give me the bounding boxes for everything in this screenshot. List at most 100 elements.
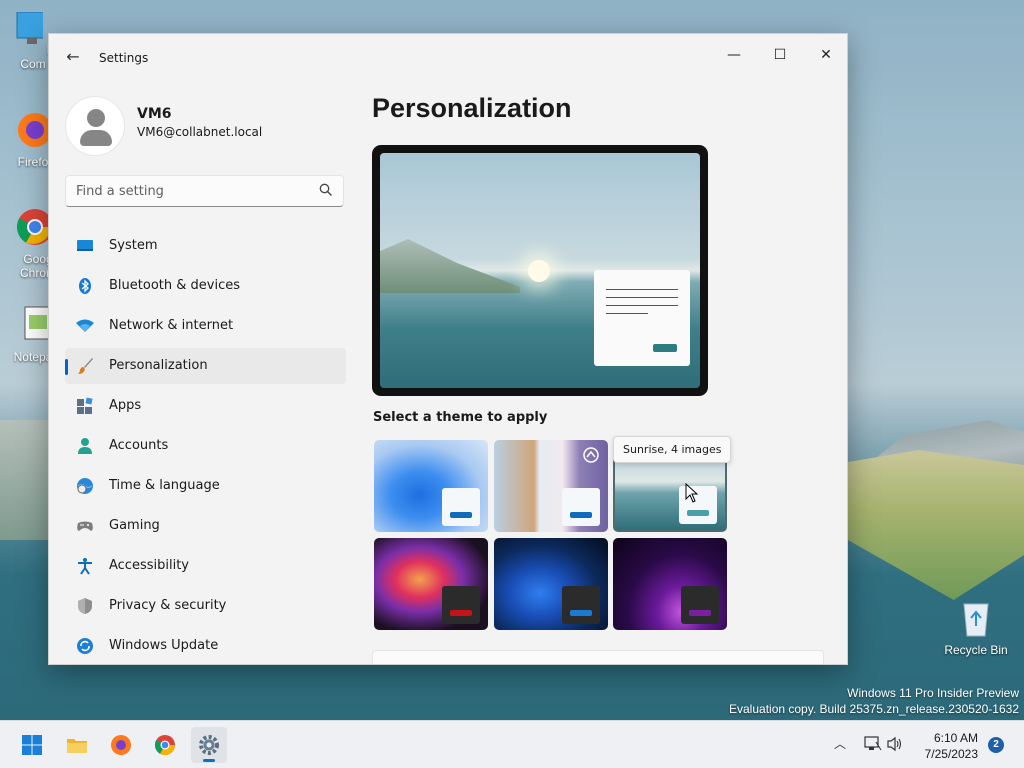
clock[interactable]: 6:10 AM 7/25/2023 bbox=[925, 730, 978, 762]
arrow-left-icon: ← bbox=[66, 47, 80, 66]
theme-glow[interactable] bbox=[374, 538, 488, 630]
theme-windows-dark[interactable] bbox=[494, 538, 608, 630]
accessibility-icon bbox=[78, 558, 92, 575]
minimize-button[interactable]: — bbox=[711, 40, 757, 70]
sidebar-item-label: Personalization bbox=[109, 358, 208, 373]
close-button[interactable]: ✕ bbox=[803, 40, 847, 70]
shield-icon bbox=[78, 598, 92, 614]
mock-button bbox=[653, 344, 677, 352]
firefox-taskbar-button[interactable] bbox=[103, 727, 139, 763]
globe-clock-icon bbox=[77, 478, 93, 494]
update-icon bbox=[77, 638, 93, 654]
sidebar-item-gaming[interactable]: Gaming bbox=[65, 508, 346, 544]
sidebar-item-label: System bbox=[109, 238, 158, 253]
back-button[interactable]: ← bbox=[63, 47, 83, 67]
gamepad-icon bbox=[77, 521, 93, 531]
user-avatar[interactable] bbox=[65, 96, 125, 156]
user-name: VM6 bbox=[137, 106, 172, 122]
clock-time: 6:10 AM bbox=[933, 731, 978, 745]
theme-preview bbox=[372, 145, 708, 396]
theme-captured-motion[interactable] bbox=[613, 538, 727, 630]
clock-date: 7/25/2023 bbox=[924, 747, 978, 761]
search-icon bbox=[319, 183, 332, 196]
settings-taskbar-button[interactable] bbox=[191, 727, 227, 763]
apps-icon bbox=[77, 397, 93, 414]
volume-icon[interactable] bbox=[886, 736, 904, 752]
chrome-icon bbox=[16, 209, 53, 245]
wallpaper-grassland bbox=[848, 450, 1024, 600]
mock-line bbox=[606, 297, 678, 298]
desktop-icon-recycle-bin[interactable]: Recycle Bin bbox=[944, 598, 1008, 657]
mock-line bbox=[606, 305, 678, 306]
wallpaper-shore bbox=[0, 420, 48, 540]
mock-line bbox=[606, 289, 678, 290]
sidebar-item-windows-update[interactable]: Windows Update bbox=[65, 628, 346, 664]
desktop-icon-label: Recycle Bin bbox=[944, 643, 1008, 657]
theme-accent-bar bbox=[450, 512, 472, 518]
theme-swatch bbox=[562, 488, 600, 526]
theme-section-heading: Select a theme to apply bbox=[373, 410, 548, 425]
sidebar-item-apps[interactable]: Apps bbox=[65, 388, 346, 424]
sidebar-item-label: Time & language bbox=[109, 478, 220, 493]
close-icon: ✕ bbox=[820, 47, 832, 63]
mouse-cursor-icon bbox=[685, 483, 699, 503]
mock-line bbox=[606, 313, 648, 314]
desktop-icon-label: Firefo bbox=[17, 155, 49, 169]
sidebar-item-bluetooth[interactable]: Bluetooth & devices bbox=[65, 268, 346, 304]
settings-icon bbox=[199, 735, 219, 755]
sidebar-item-accounts[interactable]: Accounts bbox=[65, 428, 346, 464]
preview-sun bbox=[528, 260, 550, 282]
wifi-icon bbox=[76, 319, 94, 332]
active-app-indicator bbox=[203, 759, 215, 762]
preview-hill bbox=[380, 239, 520, 293]
start-button[interactable] bbox=[14, 727, 50, 763]
firefox-icon bbox=[111, 735, 131, 755]
chevron-up-icon: ︿ bbox=[834, 737, 847, 751]
file-explorer-icon bbox=[67, 739, 87, 753]
maximize-button[interactable]: ☐ bbox=[757, 40, 803, 70]
settings-card[interactable] bbox=[372, 650, 824, 664]
sidebar-item-label: Windows Update bbox=[109, 638, 219, 653]
theme-swatch bbox=[681, 586, 719, 624]
settings-window: ← Settings — ☐ ✕ VM6 VM6@collabnet.local… bbox=[48, 33, 848, 665]
sidebar-item-personalization[interactable]: Personalization bbox=[65, 348, 346, 384]
notification-badge[interactable]: 2 bbox=[988, 737, 1004, 753]
firefox-icon bbox=[18, 113, 52, 147]
theme-windows-spotlight[interactable] bbox=[494, 440, 608, 532]
sidebar-item-label: Gaming bbox=[109, 518, 160, 533]
preview-window-mock bbox=[594, 270, 690, 366]
sidebar-item-network[interactable]: Network & internet bbox=[65, 308, 346, 344]
sidebar-item-label: Bluetooth & devices bbox=[109, 278, 240, 293]
sidebar-item-label: Apps bbox=[109, 398, 142, 413]
theme-accent-bar bbox=[570, 610, 592, 616]
notepad-icon bbox=[24, 306, 52, 340]
theme-swatch bbox=[562, 586, 600, 624]
sidebar-item-system[interactable]: System bbox=[65, 228, 346, 264]
theme-tooltip: Sunrise, 4 images bbox=[613, 436, 732, 463]
minimize-icon: — bbox=[727, 47, 741, 63]
sidebar-item-label: Network & internet bbox=[109, 318, 234, 333]
user-email: VM6@collabnet.local bbox=[137, 125, 263, 139]
theme-swatch bbox=[442, 586, 480, 624]
desktop-icon-label: Notepa bbox=[13, 350, 53, 364]
start-icon bbox=[22, 735, 42, 755]
show-hidden-icons-button[interactable]: ︿ bbox=[834, 735, 848, 751]
watermark-edition: Windows 11 Pro Insider Preview bbox=[847, 686, 1019, 700]
sidebar-item-label: Privacy & security bbox=[109, 598, 227, 613]
preview-wallpaper bbox=[380, 153, 700, 388]
theme-windows-light[interactable] bbox=[374, 440, 488, 532]
monitor-icon bbox=[16, 11, 48, 44]
search-box[interactable] bbox=[65, 175, 344, 207]
search-input[interactable] bbox=[66, 176, 316, 206]
sidebar-item-label: Accounts bbox=[109, 438, 169, 453]
chrome-taskbar-button[interactable] bbox=[147, 727, 183, 763]
avatar-head bbox=[87, 109, 105, 127]
system-icon bbox=[77, 240, 93, 251]
file-explorer-button[interactable] bbox=[59, 727, 95, 763]
network-icon[interactable] bbox=[864, 736, 882, 752]
accounts-icon bbox=[78, 438, 92, 454]
sidebar-item-accessibility[interactable]: Accessibility bbox=[65, 548, 346, 584]
watermark-build: Evaluation copy. Build 25375.zn_release.… bbox=[729, 702, 1019, 716]
sidebar-item-privacy[interactable]: Privacy & security bbox=[65, 588, 346, 624]
sidebar-item-time-language[interactable]: Time & language bbox=[65, 468, 346, 504]
